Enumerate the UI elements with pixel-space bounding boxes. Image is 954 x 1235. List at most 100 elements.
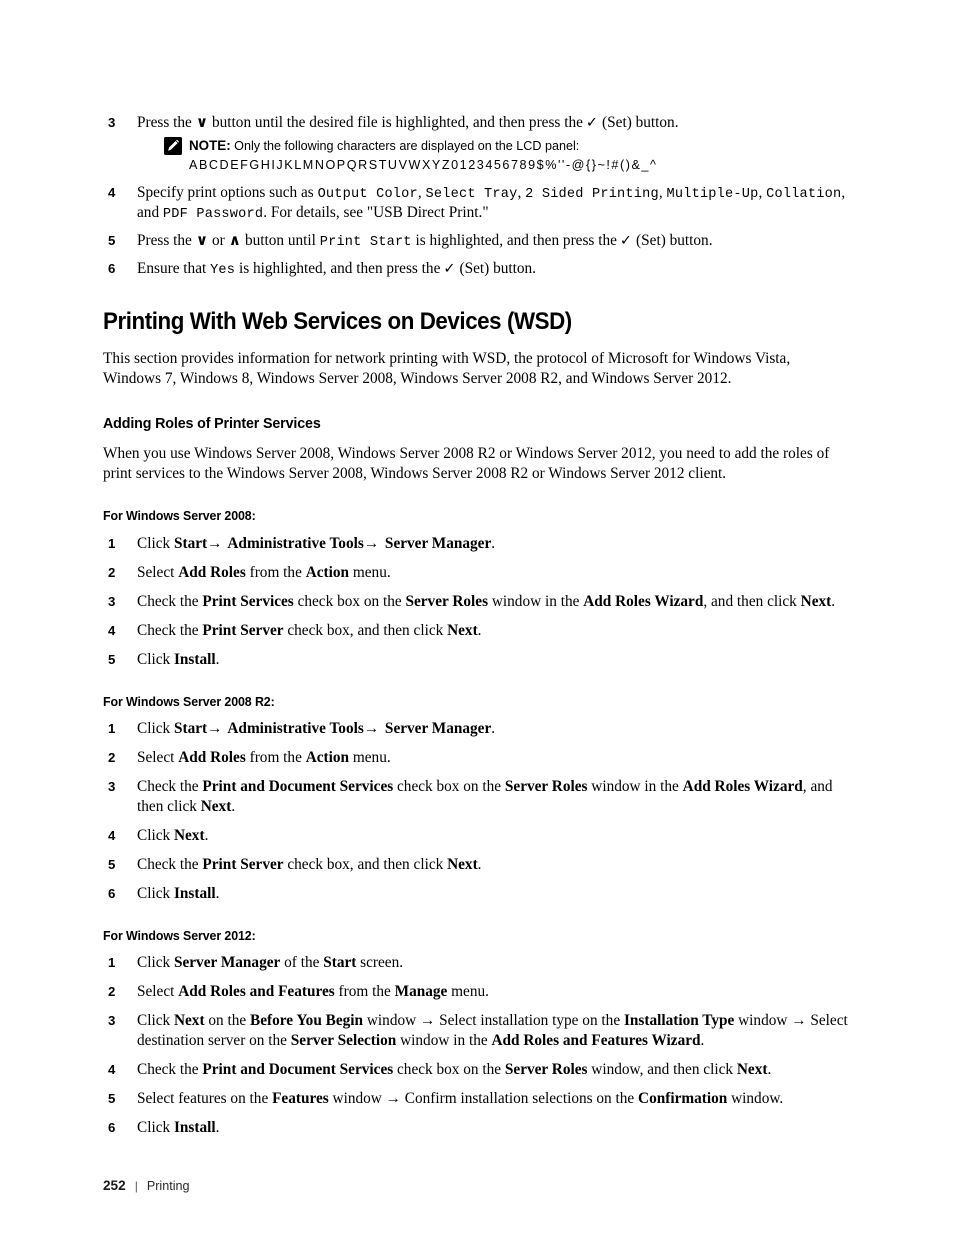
ui-add-roles: Add Roles	[178, 749, 246, 767]
t: .	[831, 592, 836, 610]
t: Select	[137, 749, 179, 767]
note-pencil-icon	[164, 136, 182, 155]
footer-chapter-name: Printing	[146, 1179, 190, 1193]
option-2-sided-printing: 2 Sided Printing	[525, 186, 659, 202]
t: Select	[137, 564, 179, 582]
procedure-step-4: 4 Specify print options such as Output Co…	[103, 183, 851, 224]
t: Select	[137, 983, 179, 1001]
ui-installation-type: Installation Type	[623, 1012, 735, 1030]
ui-action: Action	[305, 749, 350, 767]
step-number: 3	[108, 779, 116, 795]
ui-manage: Manage	[394, 983, 448, 1001]
s2012-step-2: 2 Select Add Roles and Features from the …	[103, 982, 851, 1002]
t: window in the	[396, 1031, 492, 1049]
ui-install: Install	[173, 884, 216, 902]
t: .	[767, 1060, 772, 1078]
t: .	[491, 720, 496, 738]
s2012-step-3: 3 Click Next on the Before You Begin wind…	[103, 1011, 851, 1051]
ui-next: Next	[736, 1060, 768, 1078]
t: on the	[204, 1012, 251, 1030]
t: Click	[137, 535, 174, 553]
right-arrow-icon: →	[207, 535, 223, 553]
t: .	[215, 650, 220, 668]
ui-server-manager: Server Manager	[381, 720, 492, 738]
step-text-c: is highlighted, and then press the	[415, 231, 617, 249]
ui-print-server: Print Server	[202, 621, 284, 639]
right-arrow-icon: →	[420, 1012, 436, 1030]
t: window	[734, 1012, 792, 1030]
option-output-color: Output Color	[317, 186, 418, 202]
t: from the	[245, 749, 306, 767]
right-arrow-icon: →	[207, 720, 223, 738]
option-pdf-password: PDF Password	[162, 207, 264, 223]
right-arrow-icon: →	[385, 1089, 401, 1107]
s2012-step-1: 1 Click Server Manager of the Start scree…	[103, 953, 851, 973]
heading-windows-server-2012: For Windows Server 2012:	[103, 927, 256, 943]
s2008r2-step-2: 2 Select Add Roles from the Action menu.	[103, 748, 851, 768]
step-number: 5	[108, 232, 116, 248]
t: Click	[137, 1118, 174, 1136]
step-number: 3	[108, 1013, 116, 1029]
step-text-b: is highlighted, and then press the	[238, 259, 441, 277]
option-multiple-up: Multiple-Up	[666, 186, 759, 202]
ui-next: Next	[447, 855, 478, 873]
note-callout: NOTE: Only the following characters are …	[137, 136, 851, 175]
ui-server-roles: Server Roles	[504, 1060, 588, 1078]
step-number: 4	[108, 827, 116, 843]
ui-next: Next	[173, 826, 205, 844]
t: menu.	[349, 564, 391, 582]
up-arrow-icon: ∧	[228, 230, 241, 249]
ui-print-and-document-services: Print and Document Services	[202, 778, 394, 796]
s2008-step-2: 2 Select Add Roles from the Action menu.	[103, 563, 851, 583]
step-text-a: Specify print options such as	[137, 183, 314, 201]
note-body: NOTE: Only the following characters are …	[189, 136, 851, 175]
sep: ,	[658, 183, 663, 201]
ui-server-manager: Server Manager	[381, 535, 492, 553]
t: Check the	[137, 855, 203, 873]
step-number: 6	[108, 1119, 116, 1135]
ui-next: Next	[173, 1012, 205, 1030]
step-number: 1	[108, 955, 116, 971]
ui-action: Action	[305, 564, 350, 582]
step-number: 5	[108, 856, 116, 872]
step-text-c: (Set) button.	[459, 259, 537, 277]
option-print-start: Print Start	[319, 234, 412, 250]
t: from the	[334, 983, 395, 1001]
heading-windows-server-2008: For Windows Server 2008:	[103, 508, 256, 524]
step-number: 2	[108, 565, 116, 581]
step-number: 5	[108, 651, 116, 667]
ui-administrative-tools: Administrative Tools	[224, 535, 364, 553]
ui-add-roles-and-features: Add Roles and Features	[178, 983, 335, 1001]
t: .	[204, 826, 209, 844]
ui-add-roles-and-features-wizard: Add Roles and Features Wizard	[491, 1031, 701, 1049]
t: screen.	[356, 954, 404, 972]
ui-print-and-document-services: Print and Document Services	[202, 1060, 394, 1078]
note-sentence: Only the following characters are displa…	[234, 138, 580, 153]
s2012-step-4: 4 Check the Print and Document Services c…	[103, 1060, 851, 1080]
checkmark-icon: ✓	[585, 115, 599, 131]
t: .	[215, 884, 220, 902]
step-text-d: (Set) button.	[636, 231, 713, 249]
ui-install: Install	[173, 1118, 216, 1136]
server-2012-steps: 1 Click Server Manager of the Start scree…	[103, 953, 851, 1137]
step-text-a: Ensure that	[137, 259, 207, 277]
procedure-step-3: 3 Press the ∨ button until the desired file…	[103, 113, 851, 175]
option-yes: Yes	[210, 262, 236, 278]
s2008-step-1: 1 Click Start→ Administrative Tools→ Serv…	[103, 534, 851, 554]
t: Confirm installation selections on the	[400, 1089, 639, 1107]
step-number: 1	[108, 536, 116, 552]
s2008-step-3: 3 Check the Print Services check box on t…	[103, 592, 851, 612]
t: window in the	[488, 592, 584, 610]
step-text-a: Press the	[137, 231, 192, 249]
t: Click	[137, 650, 174, 668]
checkmark-icon: ✓	[443, 260, 456, 277]
ui-next: Next	[447, 621, 478, 639]
right-arrow-icon: →	[791, 1012, 807, 1030]
heading-windows-server-2008-r2: For Windows Server 2008 R2:	[103, 693, 275, 709]
t: .	[491, 535, 496, 553]
step-number: 6	[108, 885, 116, 901]
subsection-title: Adding Roles of Printer Services	[103, 415, 321, 433]
ui-next: Next	[800, 592, 832, 610]
t: check box on the	[393, 1060, 505, 1078]
t: Click	[137, 1012, 174, 1030]
